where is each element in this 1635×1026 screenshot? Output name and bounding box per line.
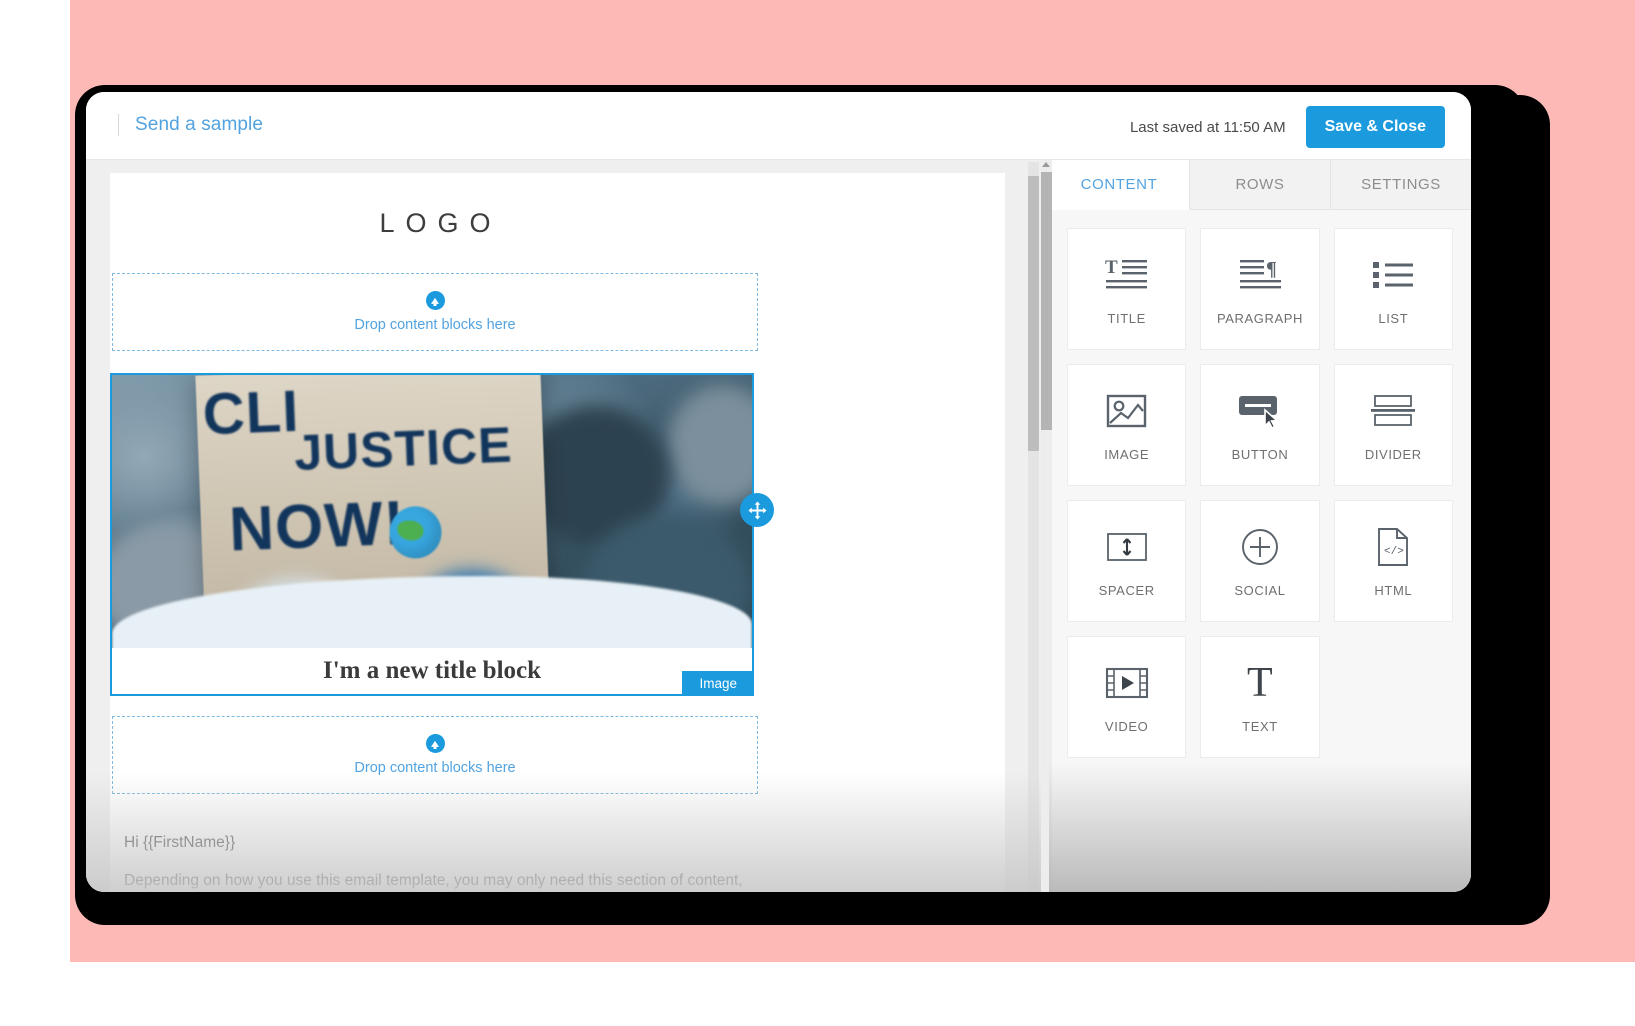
upload-arrow-icon bbox=[425, 291, 445, 310]
canvas-scrollbar[interactable] bbox=[1028, 162, 1039, 892]
button-icon bbox=[1237, 388, 1283, 434]
top-bar-right-group: Last saved at 11:50 AM Save & Close bbox=[1130, 106, 1445, 148]
svg-text:</>: </> bbox=[1384, 546, 1404, 558]
dropzone-bottom[interactable]: Drop content blocks here bbox=[112, 716, 758, 794]
svg-text:T: T bbox=[1247, 663, 1273, 703]
sign-text-line1: CLI bbox=[201, 378, 301, 448]
paragraph-icon: ¶ bbox=[1238, 252, 1282, 298]
letter-paragraph: Depending on how you use this email temp… bbox=[124, 872, 743, 890]
title-block-text: I'm a new title block bbox=[322, 657, 542, 684]
image-block-selected[interactable]: CLI JUSTICE NOW! I'm a new title block I… bbox=[110, 373, 774, 696]
dropzone-bottom-label: Drop content blocks here bbox=[354, 760, 516, 776]
video-icon bbox=[1105, 660, 1149, 706]
block-divider[interactable]: DIVIDER bbox=[1333, 364, 1453, 486]
content-blocks-grid: T TITLE ¶ PARAGRAPH LIST IMAGE BUTTON DI… bbox=[1049, 210, 1471, 758]
side-panel-tabs: CONTENT ROWS SETTINGS bbox=[1049, 160, 1471, 210]
title-block[interactable]: I'm a new title block Image bbox=[112, 648, 754, 696]
email-content-column: LOGO Drop content blocks here CLI JUSTIC… bbox=[110, 173, 774, 892]
block-text[interactable]: T TEXT bbox=[1200, 636, 1320, 758]
title-icon: T bbox=[1105, 252, 1149, 298]
top-bar-left-group: Send a sample bbox=[118, 114, 263, 136]
screenshot-stage: Send a sample Last saved at 11:50 AM Sav… bbox=[0, 0, 1635, 1026]
side-panel-scrollbar-thumb[interactable] bbox=[1041, 172, 1052, 430]
block-divider-label: DIVIDER bbox=[1364, 447, 1422, 462]
upload-arrow-icon-2 bbox=[425, 734, 445, 753]
email-page: LOGO Drop content blocks here CLI JUSTIC… bbox=[110, 173, 1005, 892]
block-video-label: VIDEO bbox=[1104, 719, 1149, 734]
logo-text: LOGO bbox=[379, 207, 502, 238]
block-spacer-label: SPACER bbox=[1098, 583, 1155, 598]
block-button[interactable]: BUTTON bbox=[1200, 364, 1320, 486]
scroll-up-arrow-icon[interactable] bbox=[1042, 162, 1050, 167]
vertical-divider bbox=[118, 114, 119, 136]
block-text-label: TEXT bbox=[1242, 719, 1278, 734]
dropzone-top[interactable]: Drop content blocks here bbox=[112, 273, 758, 351]
tab-rows[interactable]: ROWS bbox=[1190, 160, 1331, 210]
email-builder-window: Send a sample Last saved at 11:50 AM Sav… bbox=[86, 92, 1471, 892]
block-list-label: LIST bbox=[1378, 311, 1409, 326]
block-spacer[interactable]: SPACER bbox=[1067, 500, 1187, 622]
block-social-label: SOCIAL bbox=[1234, 583, 1286, 598]
block-image[interactable]: IMAGE bbox=[1067, 364, 1187, 486]
block-title[interactable]: T TITLE bbox=[1067, 228, 1187, 350]
list-icon bbox=[1372, 252, 1414, 298]
block-html[interactable]: </> HTML bbox=[1333, 500, 1453, 622]
globe-graphic bbox=[388, 505, 443, 560]
spacer-icon bbox=[1106, 524, 1148, 570]
sign-text-line3: NOW! bbox=[227, 488, 407, 565]
send-a-sample-link[interactable]: Send a sample bbox=[135, 114, 263, 136]
dropzone-top-label: Drop content blocks here bbox=[354, 317, 516, 333]
block-social[interactable]: SOCIAL bbox=[1200, 500, 1320, 622]
logo-row: LOGO bbox=[110, 173, 760, 273]
tab-content[interactable]: CONTENT bbox=[1049, 160, 1190, 210]
letter-text-block[interactable]: Hi {{FirstName}} Depending on how you us… bbox=[110, 794, 760, 892]
climate-protest-photo: CLI JUSTICE NOW! bbox=[112, 375, 752, 648]
block-html-label: HTML bbox=[1374, 583, 1413, 598]
save-and-close-button[interactable]: Save & Close bbox=[1305, 106, 1445, 148]
text-icon: T bbox=[1240, 660, 1280, 706]
block-button-label: BUTTON bbox=[1231, 447, 1289, 462]
block-paragraph-label: PARAGRAPH bbox=[1216, 311, 1304, 326]
block-title-label: TITLE bbox=[1107, 311, 1146, 326]
html-icon: </> bbox=[1375, 524, 1411, 570]
sign-text-line2: JUSTICE bbox=[293, 416, 514, 481]
svg-text:T: T bbox=[1105, 257, 1118, 278]
email-canvas: LOGO Drop content blocks here CLI JUSTIC… bbox=[86, 160, 1048, 892]
image-icon bbox=[1106, 388, 1148, 434]
letter-greeting: Hi {{FirstName}} bbox=[124, 834, 236, 851]
side-panel-bottom-fade bbox=[1049, 762, 1471, 892]
top-bar: Send a sample Last saved at 11:50 AM Sav… bbox=[86, 92, 1471, 160]
side-panel-scrollbar[interactable] bbox=[1041, 160, 1052, 892]
image-block-badge: Image bbox=[682, 671, 754, 696]
crowd-blur-6 bbox=[668, 385, 752, 505]
tab-settings[interactable]: SETTINGS bbox=[1331, 160, 1471, 210]
block-image-label: IMAGE bbox=[1104, 447, 1150, 462]
move-block-handle[interactable] bbox=[740, 493, 774, 527]
block-paragraph[interactable]: ¶ PARAGRAPH bbox=[1200, 228, 1320, 350]
svg-text:¶: ¶ bbox=[1266, 258, 1277, 280]
block-placeholder-empty bbox=[1334, 636, 1453, 758]
canvas-scrollbar-thumb[interactable] bbox=[1028, 176, 1039, 451]
block-video[interactable]: VIDEO bbox=[1067, 636, 1187, 758]
block-list[interactable]: LIST bbox=[1333, 228, 1453, 350]
side-panel: CONTENT ROWS SETTINGS T TITLE ¶ PARAGRAP… bbox=[1041, 160, 1471, 892]
social-icon bbox=[1240, 524, 1280, 570]
last-saved-status: Last saved at 11:50 AM bbox=[1129, 118, 1286, 136]
divider-icon bbox=[1371, 388, 1416, 434]
builder-body: LOGO Drop content blocks here CLI JUSTIC… bbox=[86, 160, 1471, 892]
